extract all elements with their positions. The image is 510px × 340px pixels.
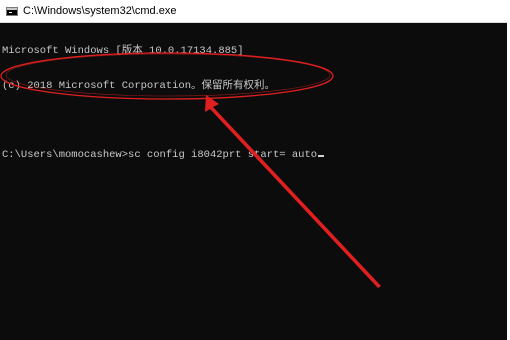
prompt: C:\Users\momocashew> xyxy=(2,148,129,161)
command-text: sc config i8042prt start= auto xyxy=(128,148,318,161)
command-line[interactable]: C:\Users\momocashew>sc config i8042prt s… xyxy=(2,148,506,162)
title-bar[interactable]: C:\Windows\system32\cmd.exe xyxy=(0,0,510,23)
console-line-version: Microsoft Windows [版本 10.0.17134.885] xyxy=(2,45,244,57)
text-cursor xyxy=(318,154,325,157)
window-title: C:\Windows\system32\cmd.exe xyxy=(23,5,177,17)
cmd-icon xyxy=(6,6,18,16)
console-output[interactable]: Microsoft Windows [版本 10.0.17134.885] (c… xyxy=(2,23,506,340)
cmd-window: C:\Windows\system32\cmd.exe Microsoft Wi… xyxy=(0,0,510,340)
console-line-copyright: (c) 2018 Microsoft Corporation。保留所有权利。 xyxy=(2,79,276,92)
